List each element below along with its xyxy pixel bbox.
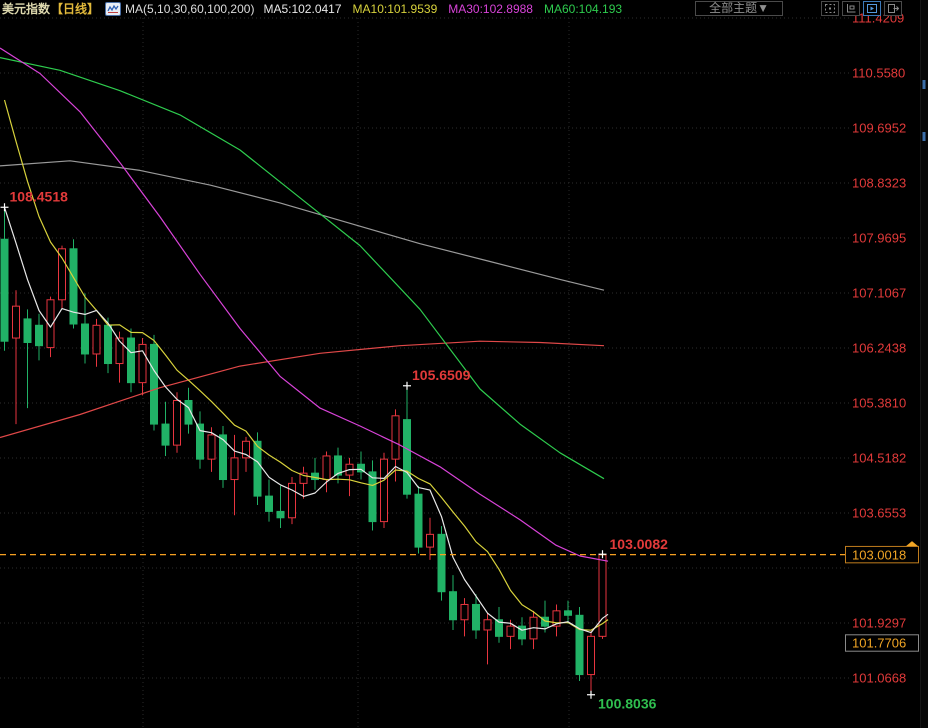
theme-selector-button[interactable]: 全部主题▼ (695, 1, 783, 16)
ma5-value: MA5:102.0417 (263, 2, 341, 16)
top-bar: 美元指数 【日线】 MA(5,10,30,60,100,200) MA5:102… (0, 0, 928, 17)
svg-text:103.0018: 103.0018 (852, 547, 906, 562)
chart-thumbnail-icon[interactable] (105, 2, 121, 16)
svg-text:110.5580: 110.5580 (852, 66, 905, 81)
export-chart-icon[interactable] (884, 1, 902, 16)
chart-toolbar (821, 1, 902, 16)
svg-text:103.6553: 103.6553 (852, 505, 906, 520)
svg-text:107.9695: 107.9695 (852, 230, 906, 245)
svg-text:104.5182: 104.5182 (852, 450, 906, 465)
svg-text:107.1067: 107.1067 (852, 285, 906, 300)
crosshair-icon[interactable] (821, 1, 839, 16)
svg-text:106.2438: 106.2438 (852, 340, 906, 355)
play-forward-icon[interactable] (863, 1, 881, 16)
symbol-title: 美元指数 (2, 0, 50, 17)
period-label: 【日线】 (51, 0, 99, 17)
chart-axis-icon[interactable] (842, 1, 860, 16)
svg-text:103.0082: 103.0082 (610, 536, 669, 552)
svg-text:100.8036: 100.8036 (598, 696, 657, 712)
svg-text:101.0668: 101.0668 (852, 670, 906, 685)
svg-text:105.3810: 105.3810 (852, 395, 906, 410)
svg-text:101.9297: 101.9297 (852, 615, 906, 630)
svg-text:109.6952: 109.6952 (852, 120, 906, 135)
ma30-value: MA30:102.8988 (448, 2, 533, 16)
chart-app: 108.4518105.6509103.0082100.8036111.4209… (0, 0, 928, 728)
svg-text:108.8323: 108.8323 (852, 175, 906, 190)
svg-text:101.7706: 101.7706 (852, 636, 906, 651)
ma60-value: MA60:104.193 (544, 2, 622, 16)
svg-text:105.6509: 105.6509 (412, 367, 471, 383)
svg-text:108.4518: 108.4518 (10, 188, 69, 204)
ma10-value: MA10:101.9539 (353, 2, 438, 16)
candlestick-chart[interactable]: 108.4518105.6509103.0082100.8036111.4209… (0, 0, 928, 728)
ma-params-label: MA(5,10,30,60,100,200) (125, 2, 254, 16)
